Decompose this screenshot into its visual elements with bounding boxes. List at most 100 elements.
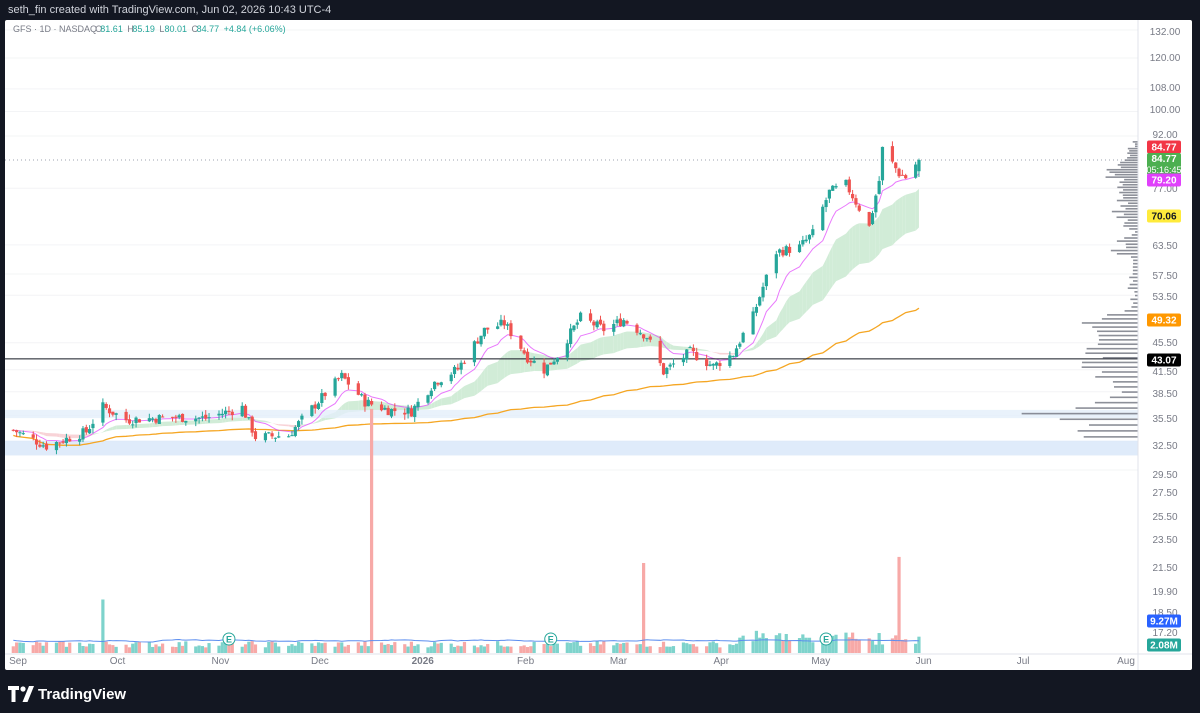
candle-body (363, 394, 367, 407)
ribbon-segment (812, 265, 823, 305)
profile-bar (1127, 219, 1138, 221)
volume-bar (784, 633, 788, 653)
profile-bar (1123, 197, 1138, 199)
candle (894, 162, 898, 173)
volume-bar (452, 646, 457, 653)
volume-bar (194, 646, 198, 653)
candle-body (263, 433, 268, 441)
candle-body (598, 319, 603, 325)
candle (572, 324, 576, 332)
legend-open: 81.61 (100, 24, 123, 34)
time-axis-label: Mar (610, 656, 628, 667)
profile-bar (1127, 152, 1138, 154)
candle (758, 296, 762, 307)
volume-bar (718, 647, 722, 653)
candle-body (575, 322, 579, 325)
price-label: 79.20 (1147, 173, 1181, 187)
candle-body (64, 437, 68, 444)
volume-bar (622, 642, 626, 653)
profile-bar (1082, 361, 1138, 364)
candle (91, 419, 95, 434)
price-chart[interactable]: E E E132.00120.00108.00100.0092.0077.0063.… (5, 20, 1192, 670)
candle-body (290, 435, 294, 437)
volume-bar (200, 646, 205, 653)
price-axis-tick: 108.00 (1150, 83, 1181, 94)
candle-body (555, 357, 559, 362)
ribbon-segment (806, 277, 810, 312)
profile-bar (1117, 186, 1138, 189)
volume-bar (310, 643, 314, 653)
candle-body (111, 411, 115, 415)
candle (612, 319, 616, 336)
candle (804, 235, 808, 243)
volume-bar (160, 643, 165, 653)
profile-bar (1127, 287, 1138, 289)
ma-ribbon (13, 188, 919, 439)
candle (482, 327, 486, 340)
candle (499, 314, 503, 327)
volume-bar (379, 642, 384, 653)
ribbon-segment (577, 344, 581, 364)
volume-bar (738, 637, 742, 653)
tradingview-logo-icon (8, 686, 34, 702)
volume-bar (243, 644, 248, 653)
candle-body (462, 362, 467, 364)
candle-body (509, 323, 513, 337)
candle-body (532, 360, 536, 363)
volume-bar (180, 645, 185, 653)
ribbon-segment (315, 420, 319, 424)
candle (661, 362, 666, 376)
candle (914, 161, 918, 179)
volume-bar (11, 646, 15, 653)
volume-bar (346, 644, 350, 653)
ribbon-segment (474, 377, 478, 396)
candle-body (114, 413, 118, 415)
ribbon-segment (822, 259, 827, 301)
candle (867, 211, 871, 227)
price-axis-tick: 100.00 (1150, 105, 1181, 116)
candle-body (542, 362, 546, 374)
profile-bar (1133, 302, 1138, 304)
candle-body (857, 205, 861, 211)
volume-bar (131, 643, 135, 653)
candle-body (645, 338, 649, 340)
candle-body (811, 229, 815, 236)
profile-bar (1132, 269, 1138, 272)
ribbon-segment (776, 313, 780, 337)
candle (433, 381, 437, 391)
volume-bar (462, 641, 467, 653)
ribbon-segment (573, 347, 578, 366)
ribbon-segment (849, 226, 853, 273)
candle-body (615, 319, 619, 324)
candle-body (38, 444, 42, 447)
candle (827, 189, 831, 203)
candle (509, 320, 513, 340)
time-axis-label: Dec (311, 656, 329, 667)
price-axis: 132.00120.00108.00100.0092.0077.0063.505… (1137, 20, 1181, 670)
candle (569, 323, 573, 348)
profile-bar (1105, 176, 1138, 178)
candle-body (151, 418, 155, 420)
volume-bar (58, 641, 62, 653)
earnings-marker: E (819, 632, 833, 646)
candle-body (525, 351, 530, 363)
candle-body (356, 383, 360, 395)
volume-bar (127, 647, 132, 653)
volume-bar (914, 643, 918, 653)
ribbon-segment (859, 223, 870, 265)
candle (340, 370, 344, 382)
volume-bar (290, 644, 294, 653)
volume-bar (250, 641, 254, 653)
candle-body (479, 335, 483, 345)
candle-body (277, 436, 281, 438)
candle-body (452, 366, 457, 375)
candle-body (439, 382, 443, 386)
ribbon-segment (709, 351, 714, 353)
chart-panel[interactable]: E E E 132.00 120.00 108.00 100.00 92.00 77.00 63.… (5, 20, 1192, 670)
candle-body (588, 313, 593, 321)
volume-bar (661, 641, 666, 653)
price-axis-tick: 45.50 (1152, 338, 1177, 349)
ribbon-segment (696, 348, 707, 351)
price-axis-tick: 41.50 (1152, 367, 1177, 378)
profile-bar (1129, 228, 1138, 230)
